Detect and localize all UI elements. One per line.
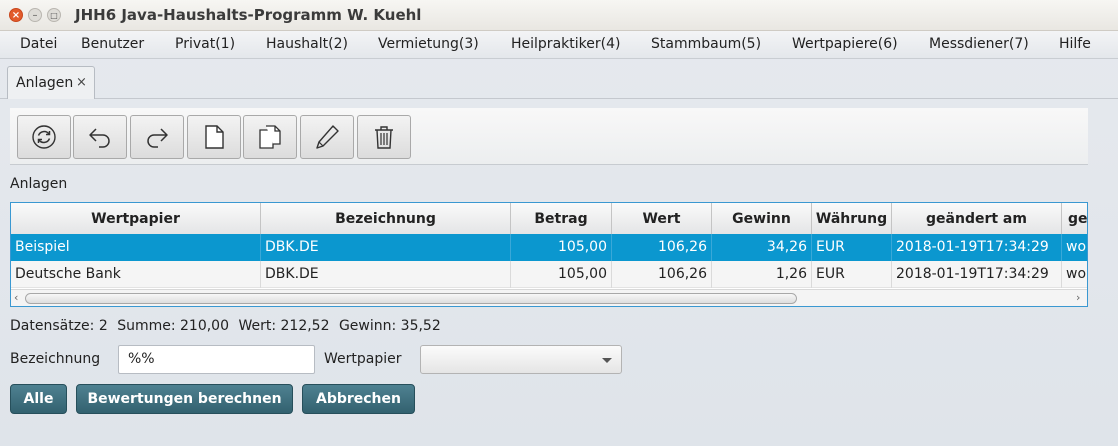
wertpapier-select[interactable] (420, 345, 622, 374)
tab-bar: Anlagen × (0, 59, 1118, 99)
bezeichnung-input[interactable]: %% (118, 345, 315, 374)
scroll-right-icon[interactable]: › (1076, 291, 1080, 304)
cell-waehrung: EUR (812, 234, 892, 261)
table-row[interactable]: Deutsche Bank DBK.DE 105,00 106,26 1,26 … (11, 261, 1087, 288)
chevron-down-icon (602, 358, 612, 363)
tab-anlagen[interactable]: Anlagen × (7, 66, 95, 99)
edit-pencil-icon (316, 125, 339, 149)
menu-haushalt[interactable]: Haushalt(2) (266, 36, 348, 52)
section-label: Anlagen (10, 176, 68, 192)
window-close-button[interactable]: × (9, 8, 23, 22)
horizontal-scrollbar[interactable]: ‹ › (11, 289, 1087, 306)
menu-privat[interactable]: Privat(1) (175, 36, 235, 52)
tab-label: Anlagen (16, 75, 74, 91)
toolbar (10, 108, 1088, 165)
table-row[interactable]: Beispiel DBK.DE 105,00 106,26 34,26 EUR … (11, 234, 1087, 261)
menu-wertpapiere[interactable]: Wertpapiere(6) (792, 36, 898, 52)
cell-wert: 106,26 (612, 261, 712, 288)
cell-bezeichnung: DBK.DE (261, 234, 511, 261)
cell-bezeichnung: DBK.DE (261, 261, 511, 288)
column-header-betrag[interactable]: Betrag (511, 203, 612, 235)
window-minimize-button[interactable]: – (28, 8, 42, 22)
refresh-button[interactable] (17, 115, 71, 159)
cell-betrag: 105,00 (511, 261, 612, 288)
edit-button[interactable] (300, 115, 354, 159)
table-header: Wertpapier Bezeichnung Betrag Wert Gewin… (11, 203, 1087, 235)
redo-icon (147, 128, 168, 148)
scrollbar-thumb[interactable] (25, 293, 797, 304)
anlagen-table[interactable]: Wertpapier Bezeichnung Betrag Wert Gewin… (10, 202, 1088, 307)
column-header-wert[interactable]: Wert (612, 203, 712, 235)
cell-wertpapier: Beispiel (11, 234, 261, 261)
column-header-more[interactable]: ge (1062, 203, 1087, 235)
menu-hilfe[interactable]: Hilfe (1059, 36, 1091, 52)
bezeichnung-label: Bezeichnung (10, 351, 101, 367)
column-header-geaendert-am[interactable]: geändert am (892, 203, 1062, 235)
menu-bar: Datei Benutzer Privat(1) Haushalt(2) Ver… (0, 31, 1118, 59)
delete-button[interactable] (357, 115, 411, 159)
menu-heilpraktiker[interactable]: Heilpraktiker(4) (511, 36, 620, 52)
column-header-waehrung[interactable]: Währung (812, 203, 892, 235)
title-bar: × – □ JHH6 Java-Haushalts-Programm W. Ku… (0, 0, 1118, 31)
column-header-bezeichnung[interactable]: Bezeichnung (261, 203, 511, 235)
cell-wert: 106,26 (612, 234, 712, 261)
menu-stammbaum[interactable]: Stammbaum(5) (651, 36, 761, 52)
cell-more: wol (1062, 234, 1087, 261)
cell-gewinn: 1,26 (712, 261, 812, 288)
menu-vermietung[interactable]: Vermietung(3) (378, 36, 479, 52)
wertpapier-label: Wertpapier (324, 351, 402, 367)
summary-line: Datensätze: 2 Summe: 210,00 Wert: 212,52… (10, 318, 446, 334)
copy-button[interactable] (243, 115, 297, 159)
abbrechen-button[interactable]: Abbrechen (302, 384, 415, 414)
menu-messdiener[interactable]: Messdiener(7) (929, 36, 1029, 52)
window-title: JHH6 Java-Haushalts-Programm W. Kuehl (75, 6, 422, 24)
scroll-left-icon[interactable]: ‹ (14, 291, 18, 304)
cell-geaendert-am: 2018-01-19T17:34:29 (892, 234, 1062, 261)
undo-button[interactable] (73, 115, 127, 159)
trash-icon (375, 126, 393, 149)
cell-waehrung: EUR (812, 261, 892, 288)
refresh-icon (32, 125, 56, 149)
cell-betrag: 105,00 (511, 234, 612, 261)
cell-more: wol (1062, 261, 1087, 288)
bewertungen-berechnen-button[interactable]: Bewertungen berechnen (76, 384, 293, 414)
tab-close-icon[interactable]: × (76, 75, 87, 90)
profit-value: Gewinn: 35,52 (338, 318, 441, 334)
menu-datei[interactable]: Datei (20, 36, 57, 52)
redo-button[interactable] (130, 115, 184, 159)
copy-icon (259, 125, 281, 149)
sum-value: Summe: 210,00 (117, 318, 229, 334)
window-maximize-button[interactable]: □ (47, 8, 61, 22)
column-header-wertpapier[interactable]: Wertpapier (11, 203, 261, 235)
cell-gewinn: 34,26 (712, 234, 812, 261)
undo-icon (89, 128, 110, 148)
total-value: Wert: 212,52 (238, 318, 330, 334)
menu-benutzer[interactable]: Benutzer (81, 36, 144, 52)
cell-geaendert-am: 2018-01-19T17:34:29 (892, 261, 1062, 288)
new-button[interactable] (187, 115, 241, 159)
column-header-gewinn[interactable]: Gewinn (712, 203, 812, 235)
new-document-icon (205, 125, 224, 149)
record-count: Datensätze: 2 (10, 318, 108, 334)
alle-button[interactable]: Alle (10, 384, 67, 414)
cell-wertpapier: Deutsche Bank (11, 261, 261, 288)
